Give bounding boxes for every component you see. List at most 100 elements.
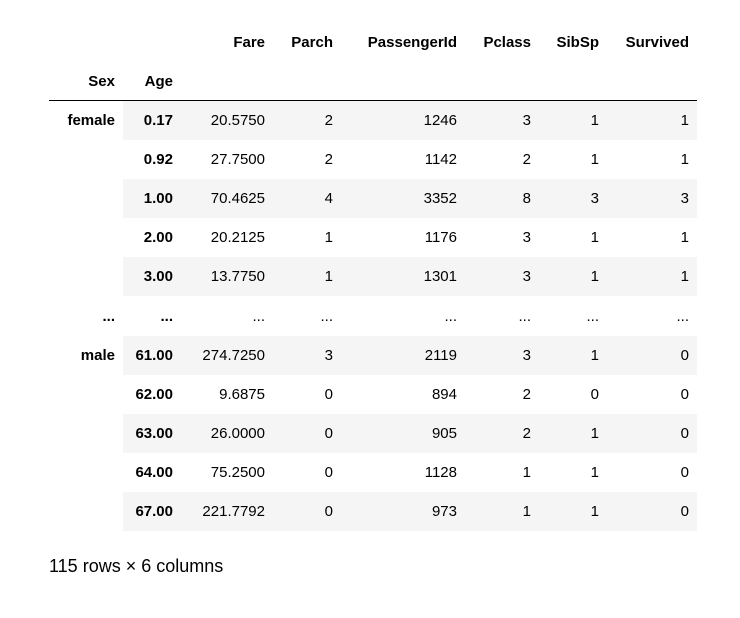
dataframe-table: Fare Parch PassengerId Pclass SibSp Surv… xyxy=(49,22,697,531)
index-sex-cell: female xyxy=(49,100,123,296)
cell-fare: 20.2125 xyxy=(181,218,273,257)
dataframe-output: Fare Parch PassengerId Pclass SibSp Surv… xyxy=(49,22,699,531)
header-blank xyxy=(465,62,539,101)
table-row: 63.00 26.0000 0 905 2 1 0 xyxy=(49,414,697,453)
cell-sibsp: 1 xyxy=(539,414,607,453)
cell-parch: 2 xyxy=(273,140,341,179)
cell-pclass: 8 xyxy=(465,179,539,218)
cell-pclass: 2 xyxy=(465,140,539,179)
cell-parch: 1 xyxy=(273,218,341,257)
table-row: 62.00 9.6875 0 894 2 0 0 xyxy=(49,375,697,414)
cell-pclass: 1 xyxy=(465,492,539,531)
table-row: male 61.00 274.7250 3 2119 3 1 0 xyxy=(49,336,697,531)
column-header-sibsp: SibSp xyxy=(556,33,599,51)
cell-passengerid: 894 xyxy=(341,375,465,414)
cell-passengerid: 973 xyxy=(341,492,465,531)
dataframe-shape-footer: 115 rows × 6 columns xyxy=(49,556,224,576)
cell-sibsp: 1 xyxy=(539,453,607,492)
index-age-cell: 0.92 xyxy=(123,140,181,179)
table-row: 67.00 221.7792 0 973 1 1 0 xyxy=(49,492,697,531)
cell-parch: 2 xyxy=(273,100,341,140)
cell-survived: 1 xyxy=(607,100,697,140)
header-blank xyxy=(607,62,697,101)
table-row: female 0.17 20.5750 2 1246 3 1 1 xyxy=(49,100,697,296)
cell-sibsp: 1 xyxy=(539,140,607,179)
header-blank xyxy=(539,62,607,101)
cell-parch: 0 xyxy=(273,492,341,531)
cell-sibsp: 1 xyxy=(539,100,607,140)
index-age-cell: 2.00 xyxy=(123,218,181,257)
cell-sibsp: 3 xyxy=(539,179,607,218)
cell-fare: 221.7792 xyxy=(181,492,273,531)
cell-fare: 70.4625 xyxy=(181,179,273,218)
header-blank xyxy=(123,22,181,62)
cell-parch: 0 xyxy=(273,414,341,453)
table-header: Fare Parch PassengerId Pclass SibSp Surv… xyxy=(49,22,697,101)
cell-pclass: 3 xyxy=(465,336,539,375)
column-header-survived: Survived xyxy=(625,33,689,51)
cell-survived: 0 xyxy=(607,336,697,375)
cell-ellipsis: ... xyxy=(539,296,607,336)
cell-passengerid: 3352 xyxy=(341,179,465,218)
column-header-pclass: Pclass xyxy=(483,33,531,51)
cell-passengerid: 1142 xyxy=(341,140,465,179)
cell-fare: 20.5750 xyxy=(181,100,273,140)
cell-passengerid: 2119 xyxy=(341,336,465,375)
cell-sibsp: 0 xyxy=(539,375,607,414)
table-body: female 0.17 20.5750 2 1246 3 1 1 0.92 27… xyxy=(49,100,697,531)
cell-fare: 27.7500 xyxy=(181,140,273,179)
cell-pclass: 3 xyxy=(465,218,539,257)
cell-survived: 1 xyxy=(607,257,697,296)
index-age-cell: 61.00 xyxy=(123,336,181,375)
cell-ellipsis: ... xyxy=(465,296,539,336)
cell-survived: 1 xyxy=(607,140,697,179)
cell-parch: 3 xyxy=(273,336,341,375)
column-header-passengerid: PassengerId xyxy=(367,33,457,51)
cell-sibsp: 1 xyxy=(539,336,607,375)
cell-passengerid: 1246 xyxy=(341,100,465,140)
table-row: 1.00 70.4625 4 3352 8 3 3 xyxy=(49,179,697,218)
cell-passengerid: 1176 xyxy=(341,218,465,257)
header-blank xyxy=(49,22,123,62)
cell-pclass: 1 xyxy=(465,453,539,492)
cell-fare: 26.0000 xyxy=(181,414,273,453)
header-blank xyxy=(181,62,273,101)
cell-ellipsis: ... xyxy=(181,296,273,336)
table-row: 64.00 75.2500 0 1128 1 1 0 xyxy=(49,453,697,492)
header-blank xyxy=(341,62,465,101)
cell-pclass: 2 xyxy=(465,414,539,453)
index-name-age: Age xyxy=(123,62,181,101)
column-header-row: Fare Parch PassengerId Pclass SibSp Surv… xyxy=(49,22,697,62)
cell-parch: 1 xyxy=(273,257,341,296)
cell-sibsp: 1 xyxy=(539,257,607,296)
index-age-cell: 0.17 xyxy=(123,100,181,140)
column-header-parch: Parch xyxy=(291,33,333,51)
cell-passengerid: 1301 xyxy=(341,257,465,296)
cell-fare: 13.7750 xyxy=(181,257,273,296)
table-row: 2.00 20.2125 1 1176 3 1 1 xyxy=(49,218,697,257)
index-age-cell: 62.00 xyxy=(123,375,181,414)
cell-sibsp: 1 xyxy=(539,492,607,531)
cell-survived: 0 xyxy=(607,453,697,492)
cell-passengerid: 1128 xyxy=(341,453,465,492)
header-blank xyxy=(273,62,341,101)
cell-sibsp: 1 xyxy=(539,218,607,257)
index-header-row: Sex Age xyxy=(49,62,697,101)
cell-survived: 3 xyxy=(607,179,697,218)
cell-parch: 0 xyxy=(273,453,341,492)
index-age-cell: 64.00 xyxy=(123,453,181,492)
cell-parch: 4 xyxy=(273,179,341,218)
index-age-cell: 63.00 xyxy=(123,414,181,453)
table-row: 0.92 27.7500 2 1142 2 1 1 xyxy=(49,140,697,179)
cell-survived: 0 xyxy=(607,414,697,453)
ellipsis-row: ... ... ... ... ... ... ... ... xyxy=(49,296,697,336)
index-sex-ellipsis: ... xyxy=(49,296,123,336)
cell-ellipsis: ... xyxy=(341,296,465,336)
cell-survived: 0 xyxy=(607,375,697,414)
cell-parch: 0 xyxy=(273,375,341,414)
index-age-cell: 67.00 xyxy=(123,492,181,531)
index-sex-cell: male xyxy=(49,336,123,531)
column-header-fare: Fare xyxy=(233,33,265,51)
cell-ellipsis: ... xyxy=(273,296,341,336)
cell-ellipsis: ... xyxy=(607,296,697,336)
